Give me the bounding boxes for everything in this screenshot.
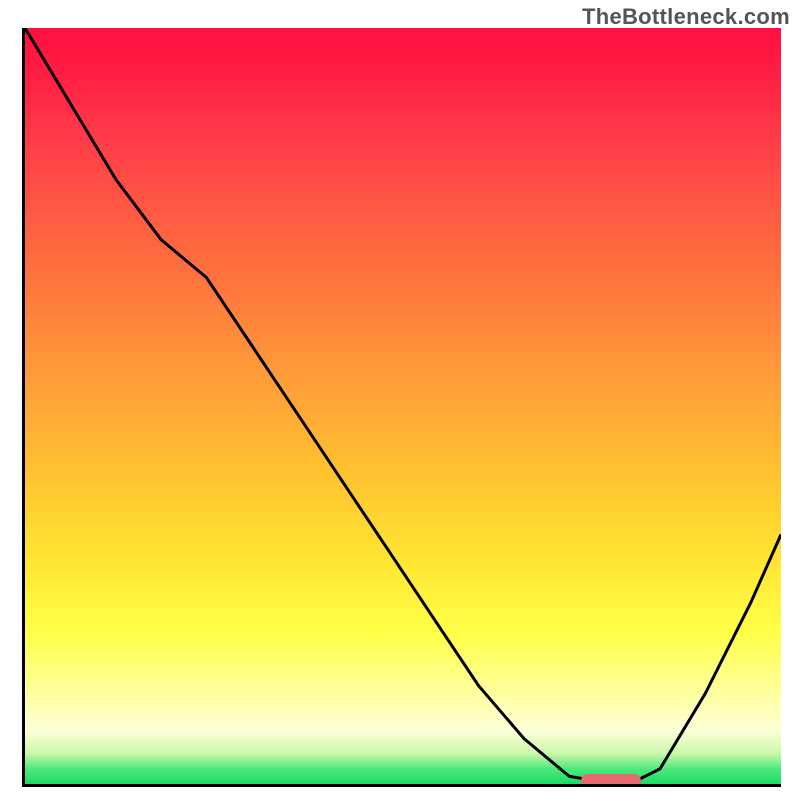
chart-container: TheBottleneck.com bbox=[0, 0, 800, 800]
optimal-range-marker bbox=[581, 774, 641, 787]
plot-area bbox=[22, 28, 781, 787]
watermark-text: TheBottleneck.com bbox=[582, 4, 790, 30]
bottleneck-curve bbox=[25, 28, 781, 784]
curve-path bbox=[25, 28, 781, 784]
